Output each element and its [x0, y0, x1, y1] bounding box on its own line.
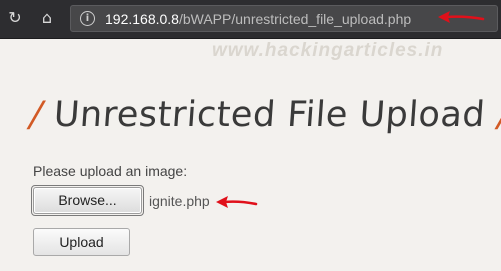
browse-button[interactable]: Browse... [33, 187, 142, 214]
url-host: 192.168.0.8 [105, 11, 179, 27]
title-slash-left: / [28, 95, 44, 135]
upload-button[interactable]: Upload [33, 228, 130, 256]
watermark: www.hackingarticles.in [212, 40, 444, 61]
url-path: /bWAPP/unrestricted_file_upload.php [178, 11, 412, 27]
page-title: / Unrestricted File Upload / [28, 95, 501, 135]
url-text[interactable]: 192.168.0.8/bWAPP/unrestricted_file_uplo… [105, 11, 411, 27]
red-arrow-filename [216, 196, 258, 208]
selected-filename: ignite.php [149, 193, 210, 209]
page-title-text: Unrestricted File Upload [52, 95, 487, 135]
reload-icon[interactable]: ↻ [6, 9, 24, 27]
address-bar[interactable]: i 192.168.0.8/bWAPP/unrestricted_file_up… [70, 5, 498, 32]
info-icon[interactable]: i [80, 11, 95, 26]
home-icon[interactable]: ⌂ [38, 9, 56, 27]
upload-prompt-label: Please upload an image: [33, 163, 188, 179]
browser-toolbar: ↻ ⌂ i 192.168.0.8/bWAPP/unrestricted_fil… [0, 0, 501, 39]
title-slash-right: / [496, 95, 501, 135]
red-arrow-url [438, 11, 485, 23]
